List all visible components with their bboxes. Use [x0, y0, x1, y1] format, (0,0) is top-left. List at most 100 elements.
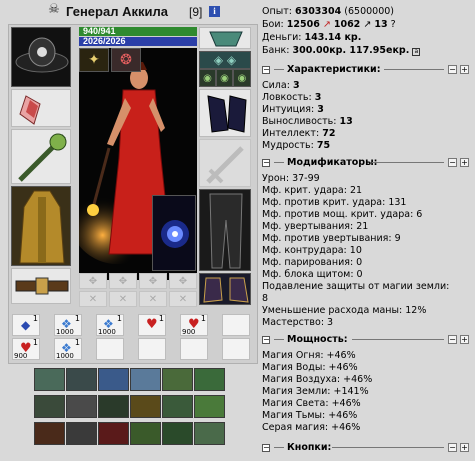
- effect-icon[interactable]: [130, 395, 161, 418]
- effect-icon[interactable]: [194, 368, 225, 391]
- scroll-slot-8[interactable]: ❖ 1 1000: [54, 338, 82, 360]
- ring-slot-1[interactable]: ◉: [199, 69, 216, 87]
- scroll-slot-12[interactable]: [222, 338, 250, 360]
- buttons-header[interactable]: − Кнопки: − +: [262, 442, 472, 454]
- minus-icon[interactable]: −: [448, 65, 457, 74]
- scroll-slot-11[interactable]: [180, 338, 208, 360]
- minus-icon[interactable]: −: [448, 443, 457, 452]
- empty-slot[interactable]: ✕: [139, 291, 167, 307]
- section-title: Кнопки:: [287, 442, 332, 453]
- empty-slot[interactable]: ✥: [109, 273, 137, 289]
- effect-icon[interactable]: [98, 422, 129, 445]
- scroll-slot-3[interactable]: ❖ 1 1000: [96, 314, 124, 336]
- hp-bar: 940/941: [79, 26, 197, 36]
- experience-next: (6500000): [344, 6, 395, 17]
- empty-slot-icon: ✕: [88, 293, 98, 305]
- shoulder-slot[interactable]: [199, 27, 251, 49]
- effect-icon[interactable]: [66, 368, 97, 391]
- info-icon[interactable]: i: [209, 6, 220, 17]
- section-title: Характеристики:: [287, 64, 381, 75]
- helmet-icon: [15, 37, 69, 73]
- pants-slot[interactable]: [199, 189, 251, 271]
- stat-strength: Сила: 3: [262, 80, 300, 91]
- empty-slot[interactable]: ✥: [139, 273, 167, 289]
- effect-icon[interactable]: [98, 368, 129, 391]
- ring-slot-3[interactable]: ◉: [233, 69, 251, 87]
- orb-slot[interactable]: [152, 195, 196, 271]
- effect-icon[interactable]: [162, 368, 193, 391]
- effect-icon[interactable]: [34, 395, 65, 418]
- scroll-slot-9[interactable]: [96, 338, 124, 360]
- characteristics-header[interactable]: − Характеристики: − +: [262, 64, 472, 76]
- plus-icon[interactable]: +: [460, 65, 469, 74]
- hp-value: 940/941: [83, 26, 116, 36]
- modifier-row: Мф. контрудара: 10: [262, 245, 362, 256]
- ring-icon: ◈ ◈: [213, 53, 237, 67]
- helmet-slot[interactable]: [11, 27, 71, 87]
- gloves-slot[interactable]: [199, 89, 251, 137]
- scroll-slot-5[interactable]: ♥ 1 900: [180, 314, 208, 336]
- help-mark[interactable]: ?: [391, 19, 396, 30]
- weapon-slot[interactable]: [11, 129, 71, 184]
- effect-icon[interactable]: [162, 395, 193, 418]
- belt-icon: [15, 277, 69, 295]
- boots-slot[interactable]: [199, 273, 251, 305]
- scroll-slot-4[interactable]: ♥ 1: [138, 314, 166, 336]
- modifier-row: 8: [262, 293, 269, 304]
- power-row: Магия Земли: +141%: [262, 386, 369, 397]
- rune-slot-1[interactable]: ✦: [79, 48, 109, 72]
- collapse-icon[interactable]: −: [262, 336, 270, 344]
- offhand-slot[interactable]: [199, 139, 251, 187]
- scroll-slot-6[interactable]: [222, 314, 250, 336]
- ring-slot-2[interactable]: ◉: [216, 69, 233, 87]
- effect-icon[interactable]: [34, 368, 65, 391]
- scroll-count: 1: [116, 314, 122, 323]
- minus-icon[interactable]: −: [448, 335, 457, 344]
- armor-slot[interactable]: [11, 186, 71, 266]
- modifier-row: Уменьшение расхода маны: 12%: [262, 305, 427, 316]
- rune-slot-2[interactable]: ❂: [111, 48, 141, 72]
- section-title: Мощность:: [287, 334, 348, 345]
- belt-slot[interactable]: [11, 268, 71, 304]
- earrings-slot[interactable]: [11, 89, 71, 127]
- empty-slot[interactable]: ✥: [169, 273, 197, 289]
- collapse-icon[interactable]: −: [262, 444, 270, 452]
- stat-value: 13: [339, 116, 353, 127]
- plus-icon[interactable]: +: [460, 443, 469, 452]
- modifier-row: Мф. увертывания: 21: [262, 221, 369, 232]
- bank-label: Банк:: [262, 45, 290, 56]
- ring-slots-top[interactable]: ◈ ◈: [199, 51, 251, 69]
- minus-icon[interactable]: −: [448, 158, 457, 167]
- effect-icon[interactable]: [98, 395, 129, 418]
- effect-icon[interactable]: [194, 395, 225, 418]
- effect-icon[interactable]: [130, 422, 161, 445]
- collapse-icon[interactable]: −: [262, 159, 270, 167]
- scroll-slot-7[interactable]: ♥ 1 900: [12, 338, 40, 360]
- effect-icon[interactable]: [130, 368, 161, 391]
- plus-icon[interactable]: +: [460, 158, 469, 167]
- collapse-icon[interactable]: −: [262, 66, 270, 74]
- scroll-slot-10[interactable]: [138, 338, 166, 360]
- bank-lock-icon[interactable]: a: [412, 48, 421, 56]
- plus-icon[interactable]: +: [460, 335, 469, 344]
- powers-header[interactable]: − Мощность: − +: [262, 334, 472, 346]
- scroll-slot-2[interactable]: ❖ 1 1000: [54, 314, 82, 336]
- empty-slot[interactable]: ✕: [109, 291, 137, 307]
- stat-value: 3: [314, 92, 322, 103]
- stat-label: Выносливость:: [262, 116, 337, 127]
- stat-label: Сила:: [262, 80, 290, 91]
- effect-icon[interactable]: [66, 422, 97, 445]
- scroll-slot-1[interactable]: ◆ 1: [12, 314, 40, 336]
- empty-slot[interactable]: ✥: [79, 273, 107, 289]
- wins-value: 12506: [286, 19, 320, 30]
- stat-value: 3: [317, 104, 324, 115]
- empty-slot[interactable]: ✕: [169, 291, 197, 307]
- effect-icon[interactable]: [162, 422, 193, 445]
- modifiers-header[interactable]: − Модификаторы: − +: [262, 157, 472, 169]
- effect-icon[interactable]: [194, 422, 225, 445]
- effect-icon[interactable]: [66, 395, 97, 418]
- effect-icon[interactable]: [34, 422, 65, 445]
- character-name[interactable]: Генерал Аккила: [66, 4, 168, 19]
- stat-label: Интеллект:: [262, 128, 320, 139]
- empty-slot[interactable]: ✕: [79, 291, 107, 307]
